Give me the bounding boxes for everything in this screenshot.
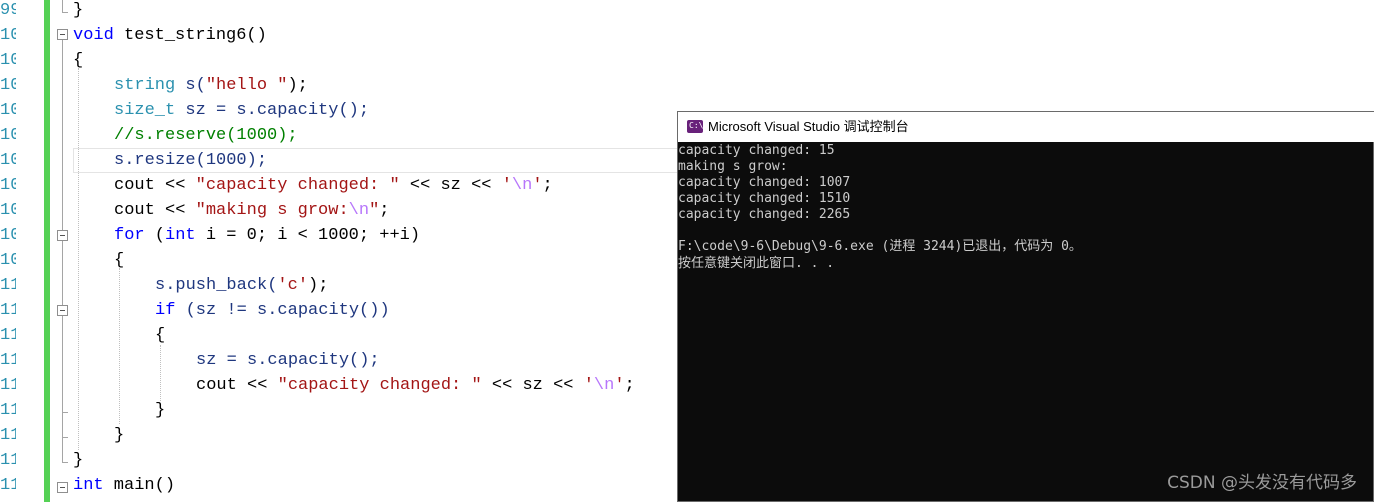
code-line: sz = s.capacity(); bbox=[196, 351, 380, 370]
collapse-icon[interactable] bbox=[57, 305, 68, 316]
code-line: for (int i = 0; i < 1000; ++i) bbox=[114, 226, 421, 245]
indent-guide bbox=[78, 68, 79, 450]
line-number: 114 bbox=[0, 376, 16, 395]
line-number: 102 bbox=[0, 76, 16, 95]
indent-guide bbox=[119, 268, 120, 424]
line-number: 104 bbox=[0, 126, 16, 145]
code-line: void test_string6() bbox=[73, 26, 267, 45]
change-tracking-bar bbox=[44, 0, 50, 502]
collapse-icon[interactable] bbox=[57, 29, 68, 40]
code-line: //s.reserve(1000); bbox=[114, 126, 298, 145]
code-line: int main() bbox=[73, 476, 176, 495]
code-line: } bbox=[155, 401, 166, 420]
console-line: capacity changed: 2265 bbox=[678, 207, 851, 222]
code-line: { bbox=[114, 251, 125, 270]
code-line: if (sz != s.capacity()) bbox=[155, 301, 390, 320]
line-number: 117 bbox=[0, 451, 16, 470]
console-line: capacity changed: 15 bbox=[678, 143, 835, 158]
console-line: capacity changed: 1007 bbox=[678, 175, 851, 190]
code-line: { bbox=[155, 326, 166, 345]
outline-line bbox=[62, 0, 63, 12]
line-number: 99 bbox=[0, 1, 16, 20]
line-number: 105 bbox=[0, 151, 16, 170]
line-number: 115 bbox=[0, 401, 16, 420]
line-number: 106 bbox=[0, 176, 16, 195]
line-number: 116 bbox=[0, 426, 16, 445]
outline-line bbox=[62, 412, 68, 413]
code-line: s.push_back('c'); bbox=[155, 276, 329, 295]
collapse-icon[interactable] bbox=[57, 230, 68, 241]
code-line: } bbox=[73, 451, 84, 470]
code-line: cout << "making s grow:\n"; bbox=[114, 201, 390, 220]
line-number: 112 bbox=[0, 326, 16, 345]
indent-guide bbox=[160, 345, 161, 401]
line-number: 100 bbox=[0, 26, 16, 45]
code-line: s.resize(1000); bbox=[114, 151, 268, 170]
line-number: 110 bbox=[0, 276, 16, 295]
collapse-icon[interactable] bbox=[57, 482, 68, 493]
console-app-icon: C:\ bbox=[687, 120, 703, 133]
console-title-bar[interactable]: C:\ Microsoft Visual Studio 调试控制台 bbox=[678, 112, 1374, 142]
debug-console-window[interactable]: C:\ Microsoft Visual Studio 调试控制台 capaci… bbox=[677, 111, 1374, 502]
outline-line bbox=[62, 12, 68, 13]
console-line: capacity changed: 1510 bbox=[678, 191, 851, 206]
code-line: size_t sz = s.capacity(); bbox=[114, 101, 370, 120]
console-output[interactable]: capacity changed: 15 making s grow: capa… bbox=[678, 143, 1373, 501]
code-line: cout << "capacity changed: " << sz << '\… bbox=[196, 376, 635, 395]
line-number: 107 bbox=[0, 201, 16, 220]
console-line: F:\code\9-6\Debug\9-6.exe (进程 3244)已退出，代… bbox=[678, 239, 1082, 254]
code-line: } bbox=[73, 1, 84, 20]
code-line: cout << "capacity changed: " << sz << '\… bbox=[114, 176, 553, 195]
outline-line bbox=[62, 437, 68, 438]
line-number: 108 bbox=[0, 226, 16, 245]
line-number: 103 bbox=[0, 101, 16, 120]
code-line: { bbox=[73, 51, 84, 70]
console-line: 按任意键关闭此窗口. . . bbox=[678, 256, 835, 271]
line-number: 101 bbox=[0, 51, 16, 70]
line-number: 113 bbox=[0, 351, 16, 370]
outline-line bbox=[62, 462, 68, 463]
code-line: } bbox=[114, 426, 125, 445]
watermark: CSDN @头发没有代码多 bbox=[1167, 473, 1357, 493]
line-number: 118 bbox=[0, 476, 16, 495]
code-line: string s("hello "); bbox=[114, 76, 308, 95]
console-title: Microsoft Visual Studio 调试控制台 bbox=[708, 119, 909, 134]
line-number: 111 bbox=[0, 301, 16, 320]
console-line: making s grow: bbox=[678, 159, 788, 174]
outline-line bbox=[62, 40, 63, 462]
line-number: 109 bbox=[0, 251, 16, 270]
